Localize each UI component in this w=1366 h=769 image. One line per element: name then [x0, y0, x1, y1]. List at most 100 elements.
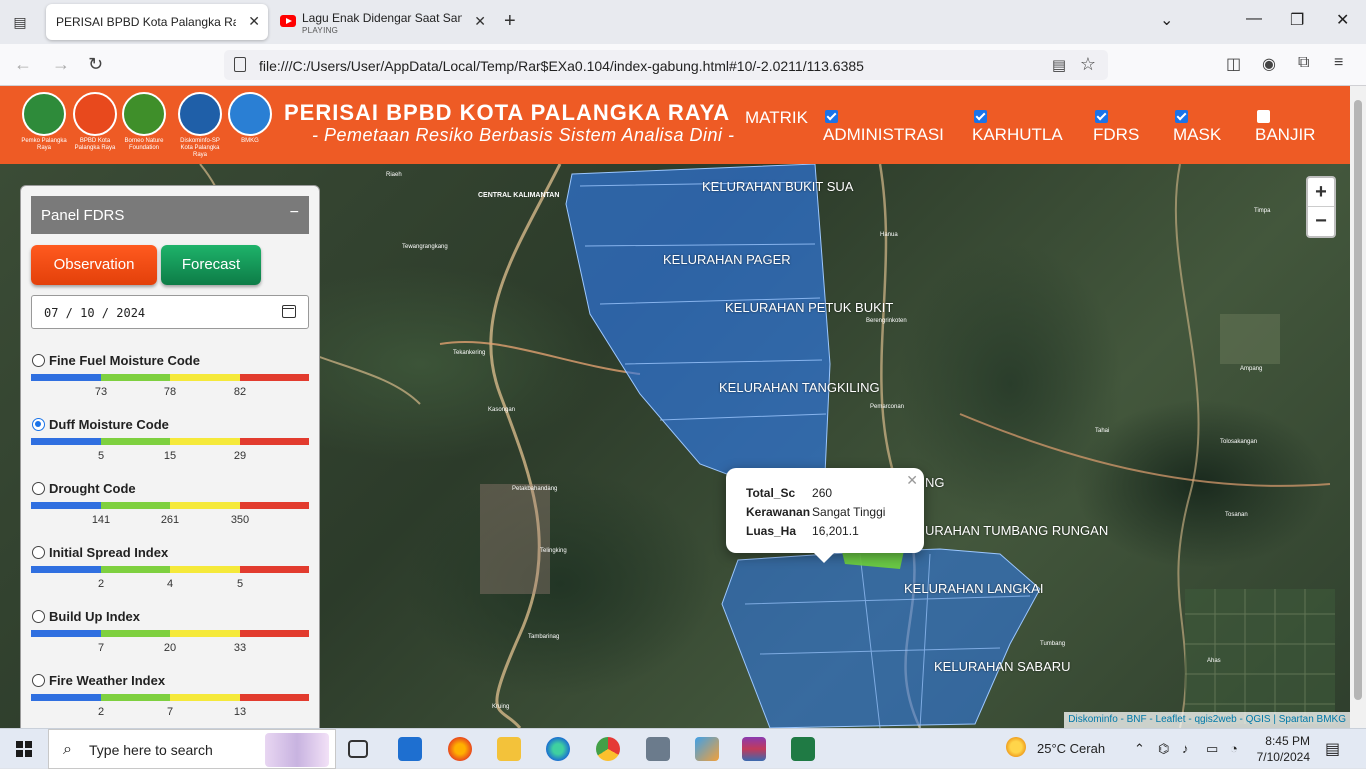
maximize-icon[interactable]: ❐	[1290, 10, 1304, 30]
index-bui[interactable]: Build Up Index 7 20 33	[31, 608, 311, 668]
date-input[interactable]: 07 / 10 / 2024	[31, 295, 309, 329]
close-window-icon[interactable]: ✕	[1336, 10, 1349, 30]
close-tab-icon[interactable]: ✕	[474, 13, 486, 30]
scale-tick: 73	[94, 386, 108, 398]
place-label: Timpa	[1254, 208, 1271, 214]
radio-dc[interactable]	[32, 482, 45, 495]
index-color-scale	[31, 566, 309, 573]
battery-icon[interactable]: ▭	[1206, 741, 1218, 757]
index-color-scale	[31, 374, 309, 381]
chevron-down-icon[interactable]: ⌄	[1160, 10, 1173, 30]
toggle-banjir[interactable]: BANJIR	[1255, 110, 1315, 145]
toggle-administrasi[interactable]: ADMINISTRASI	[823, 110, 944, 145]
place-label: Tahai	[1095, 428, 1110, 434]
notification-icon[interactable]: ▤	[1325, 739, 1340, 759]
app-header: Pemko Palangka Raya BPBD Kota Palangka R…	[0, 86, 1350, 164]
back-icon[interactable]: ←	[14, 54, 32, 75]
place-label: Ampang	[1240, 366, 1263, 372]
index-dc[interactable]: Drought Code 141 261 350	[31, 480, 311, 540]
firefox-icon[interactable]	[448, 737, 472, 761]
winrar-icon[interactable]	[742, 737, 766, 761]
clock-date: 7/10/2024	[1256, 750, 1310, 764]
checkbox-administrasi[interactable]	[825, 110, 838, 123]
close-popup-icon[interactable]: ✕	[906, 472, 918, 489]
radio-ffmc[interactable]	[32, 354, 45, 367]
bookmark-star-icon[interactable]: ☆	[1080, 54, 1096, 75]
tab-list-icon[interactable]: ▤	[8, 10, 32, 34]
scrollbar-thumb[interactable]	[1354, 100, 1362, 700]
chrome-icon[interactable]	[596, 737, 620, 761]
account-icon[interactable]: ◉	[1262, 54, 1276, 74]
extensions-icon[interactable]: ⧉	[1298, 54, 1309, 72]
map-attribution[interactable]: Diskominfo - BNF - Leaflet - qgis2web - …	[1064, 712, 1350, 728]
tab-perisai[interactable]: PERISAI BPBD Kota Palangka Raya ✕	[46, 4, 268, 40]
index-dmc[interactable]: Duff Moisture Code 5 15 29	[31, 416, 311, 476]
weather-text[interactable]: 25°C Cerah	[1037, 741, 1105, 756]
taskbar-search[interactable]: ⌕ Type here to search	[48, 729, 336, 769]
toggle-karhutla[interactable]: KARHUTLA	[972, 110, 1063, 145]
radio-bui[interactable]	[32, 610, 45, 623]
radio-isi[interactable]	[32, 546, 45, 559]
scale-tick: 33	[233, 642, 247, 654]
place-label: Tosanan	[1225, 512, 1248, 518]
pocket-icon[interactable]: ◫	[1226, 54, 1241, 74]
radio-dmc[interactable]	[32, 418, 45, 431]
toggle-fdrs[interactable]: FDRS	[1093, 110, 1139, 145]
search-icon: ⌕	[63, 741, 72, 758]
place-label: Tewangrangkang	[402, 244, 448, 250]
network-icon[interactable]: ⌬	[1158, 741, 1169, 757]
search-highlight-image	[265, 733, 329, 767]
tab-youtube[interactable]: Lagu Enak Didengar Saat Santai PLAYING ✕	[272, 4, 494, 40]
kelurahan-label: KELURAHAN PETUK BUKIT	[725, 300, 894, 315]
minimize-icon[interactable]: —	[1246, 10, 1262, 28]
app-title: PERISAI BPBD KOTA PALANGKA RAYA	[284, 100, 731, 125]
bnf-logo-icon	[122, 92, 166, 136]
zoom-in-button[interactable]: +	[1308, 178, 1334, 207]
place-label: Tambarinag	[528, 634, 560, 640]
index-ffmc[interactable]: Fine Fuel Moisture Code 73 78 82	[31, 352, 311, 412]
close-tab-icon[interactable]: ✕	[248, 13, 260, 30]
checkbox-mask[interactable]	[1175, 110, 1188, 123]
collapse-panel-button[interactable]: −	[290, 204, 299, 222]
tab-playing-label: PLAYING	[302, 26, 339, 35]
reload-icon[interactable]: ↻	[88, 54, 103, 75]
forward-icon[interactable]: →	[52, 54, 70, 75]
edge-icon[interactable]	[546, 737, 570, 761]
radio-fwi[interactable]	[32, 674, 45, 687]
reader-view-icon[interactable]: ▤	[1052, 56, 1066, 74]
kelurahan-label: URAHAN TUMBANG RUNGAN	[925, 523, 1109, 538]
place-label: Hanua	[880, 232, 898, 238]
place-label: Riaeh	[386, 172, 402, 178]
address-bar[interactable]: file:///C:/Users/User/AppData/Local/Temp…	[224, 50, 1108, 80]
index-isi[interactable]: Initial Spread Index 2 4 5	[31, 544, 311, 604]
task-view-icon[interactable]	[348, 740, 368, 758]
page-scrollbar[interactable]	[1350, 86, 1366, 728]
checkbox-fdrs[interactable]	[1095, 110, 1108, 123]
file-explorer-icon[interactable]	[497, 737, 521, 761]
menu-icon[interactable]: ≡	[1334, 54, 1343, 72]
forecast-button[interactable]: Forecast	[161, 245, 261, 285]
excel-icon[interactable]	[791, 737, 815, 761]
taskbar-clock[interactable]: 8:45 PM 7/10/2024	[1250, 733, 1310, 765]
wifi-icon[interactable]: ◔	[1230, 741, 1238, 756]
index-fwi[interactable]: Fire Weather Index 2 7 13	[31, 672, 311, 732]
checkbox-banjir[interactable]	[1257, 110, 1270, 123]
new-tab-icon[interactable]: +	[504, 10, 516, 33]
calendar-icon[interactable]	[282, 305, 296, 318]
observation-button[interactable]: Observation	[31, 245, 157, 285]
zoom-out-button[interactable]: −	[1308, 207, 1334, 236]
paint-icon[interactable]	[695, 737, 719, 761]
pemko-logo-icon	[22, 92, 66, 136]
place-label: Kasongan	[488, 407, 516, 413]
scale-tick: 2	[97, 706, 105, 718]
tray-chevron-icon[interactable]: ⌃	[1134, 741, 1145, 757]
menu-matrik[interactable]: MATRIK	[745, 108, 808, 128]
volume-icon[interactable]: ♪	[1182, 741, 1189, 756]
mail-icon[interactable]	[398, 737, 422, 761]
calculator-icon[interactable]	[646, 737, 670, 761]
weather-icon[interactable]	[1006, 737, 1026, 757]
place-label: Telingking	[540, 548, 567, 554]
checkbox-karhutla[interactable]	[974, 110, 987, 123]
toggle-mask[interactable]: MASK	[1173, 110, 1221, 145]
windows-start-icon[interactable]	[16, 741, 32, 757]
